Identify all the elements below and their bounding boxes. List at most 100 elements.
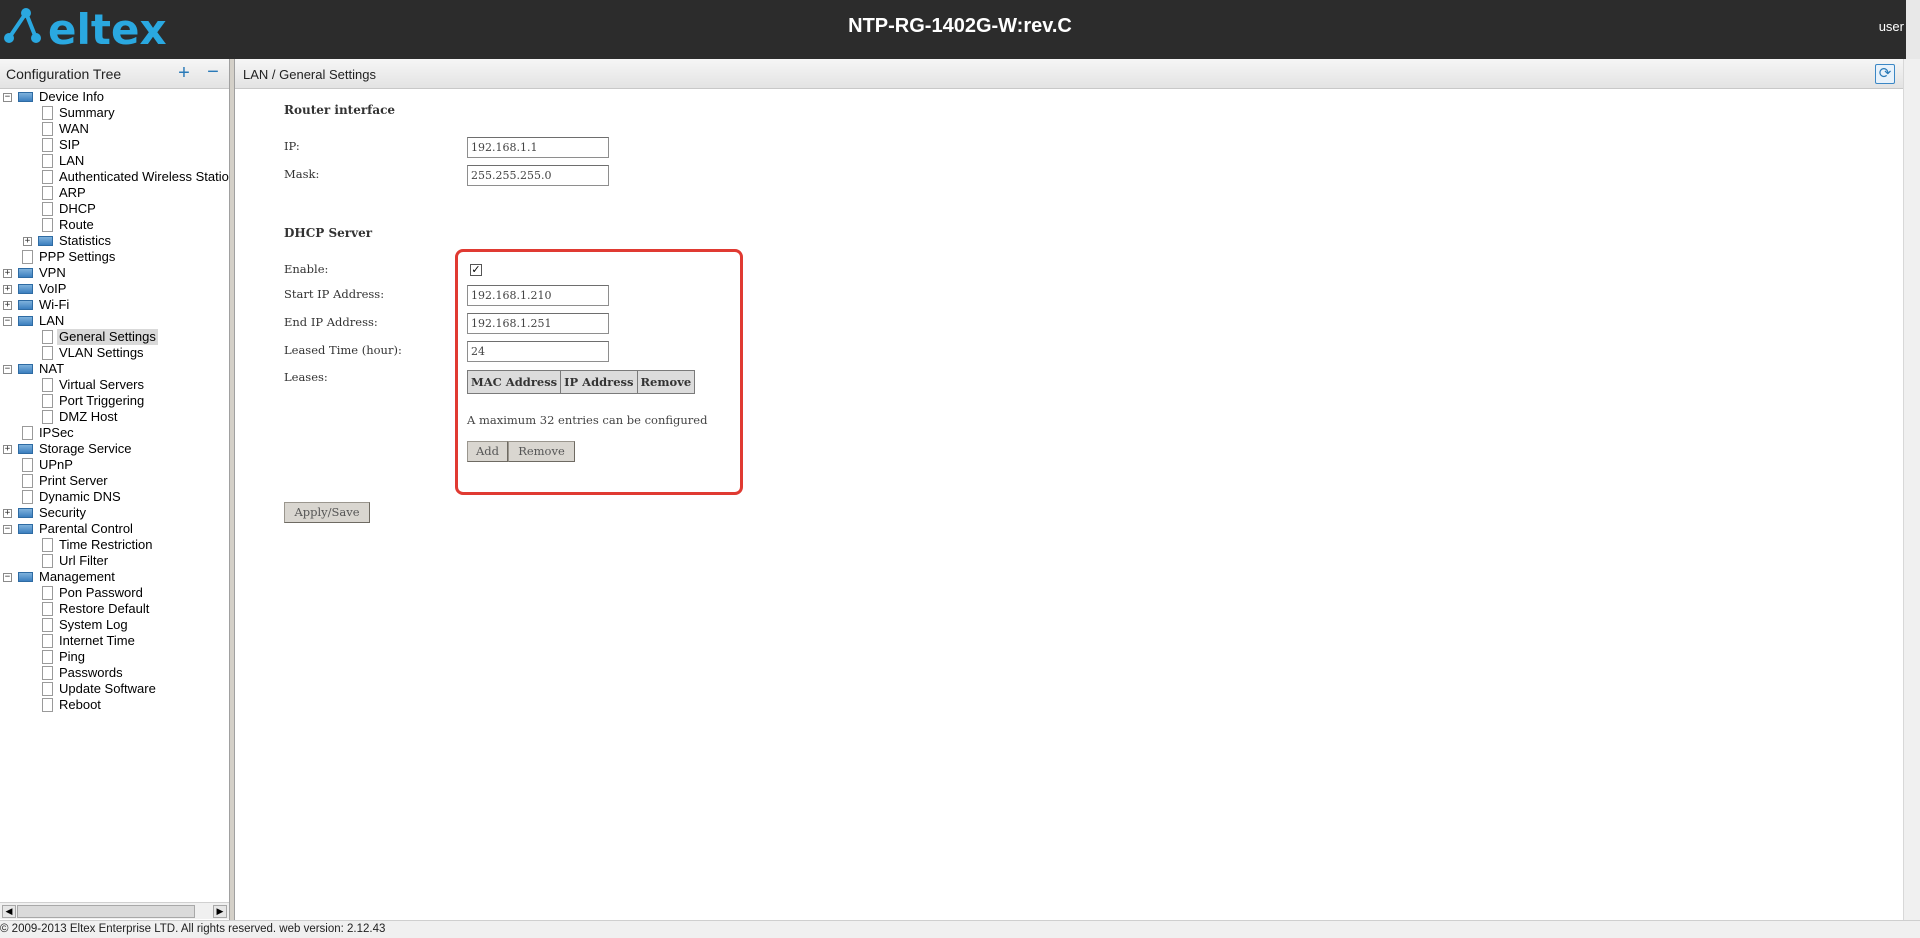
tree-item[interactable]: ARP (0, 185, 229, 201)
tree-item[interactable]: − Parental Control (0, 521, 229, 537)
ip-input[interactable] (467, 137, 609, 158)
tree-item[interactable]: Summary (0, 105, 229, 121)
page-icon (42, 330, 53, 344)
tree-item-label: SIP (59, 137, 80, 152)
tree-item[interactable]: − Management (0, 569, 229, 585)
expand-icon[interactable]: + (3, 445, 12, 454)
copyright-text: © 2009-2013 Eltex Enterprise LTD. All ri… (0, 923, 386, 935)
expand-icon[interactable]: + (23, 237, 32, 246)
scroll-right-icon[interactable]: ▶ (213, 905, 227, 918)
tree-horizontal-scrollbar[interactable]: ◀ ▶ (0, 902, 229, 919)
tree-item[interactable]: Url Filter (0, 553, 229, 569)
expand-icon[interactable]: + (3, 509, 12, 518)
main-header: LAN / General Settings ⟳ (235, 59, 1903, 89)
tree-item[interactable]: + Storage Service (0, 441, 229, 457)
refresh-icon[interactable]: ⟳ (1875, 64, 1895, 84)
tree-item-label: WAN (59, 121, 89, 136)
tree-item[interactable]: SIP (0, 137, 229, 153)
tree-item[interactable]: + Wi-Fi (0, 297, 229, 313)
page-icon (22, 250, 33, 264)
collapse-icon[interactable]: − (3, 93, 12, 102)
collapse-icon[interactable]: − (3, 573, 12, 582)
tree-item-label: Virtual Servers (59, 377, 145, 392)
header-scroll-strip (1906, 0, 1920, 59)
tree-item[interactable]: + VPN (0, 265, 229, 281)
tree-item[interactable]: Reboot (0, 697, 229, 713)
page-icon (42, 106, 53, 120)
user-label[interactable]: user (1879, 19, 1904, 34)
tree-item[interactable]: Pon Password (0, 585, 229, 601)
tree-item-label: Passwords (59, 665, 123, 680)
tree-item[interactable]: Dynamic DNS (0, 489, 229, 505)
tree-item[interactable]: + VoIP (0, 281, 229, 297)
tree-item[interactable]: + Statistics (0, 233, 229, 249)
start-ip-label: Start IP Address: (284, 287, 385, 301)
collapse-all-icon[interactable]: − (204, 62, 222, 82)
page-icon (42, 202, 53, 216)
page-icon (42, 666, 53, 680)
sidebar: Configuration Tree + − − Device Info Summa… (0, 59, 231, 920)
expand-icon[interactable]: + (3, 285, 12, 294)
tree-item[interactable]: DMZ Host (0, 409, 229, 425)
page-icon (42, 682, 53, 696)
page-icon (42, 346, 53, 360)
tree-item[interactable]: Restore Default (0, 601, 229, 617)
folder-icon (18, 444, 33, 454)
tree-item[interactable]: PPP Settings (0, 249, 229, 265)
page-vertical-scrollbar[interactable] (1903, 59, 1920, 920)
page-icon (42, 554, 53, 568)
tree-item-label: Print Server (39, 473, 108, 488)
tree-item-label: Security (39, 505, 86, 520)
tree-item[interactable]: Print Server (0, 473, 229, 489)
tree-item[interactable]: Port Triggering (0, 393, 229, 409)
tree-item-label: Url Filter (59, 553, 109, 568)
page-icon (42, 634, 53, 648)
mask-label: Mask: (284, 167, 320, 181)
enable-label: Enable: (284, 262, 329, 276)
folder-icon (18, 300, 33, 310)
tree-item[interactable]: − NAT (0, 361, 229, 377)
tree-item[interactable]: Authenticated Wireless Statio (0, 169, 229, 185)
tree-item-label: Update Software (59, 681, 156, 696)
tree-item[interactable]: LAN (0, 153, 229, 169)
expand-icon[interactable]: + (3, 269, 12, 278)
collapse-icon[interactable]: − (3, 365, 12, 374)
tree-item[interactable]: Time Restriction (0, 537, 229, 553)
page-icon (22, 426, 33, 440)
footer: © 2009-2013 Eltex Enterprise LTD. All ri… (0, 920, 1920, 938)
tree-item[interactable]: + Security (0, 505, 229, 521)
expand-icon[interactable]: + (3, 301, 12, 310)
tree-item[interactable]: Route (0, 217, 229, 233)
tree-item[interactable]: System Log (0, 617, 229, 633)
scroll-left-icon[interactable]: ◀ (2, 905, 16, 918)
tree-item[interactable]: Update Software (0, 681, 229, 697)
tree-item-label: Dynamic DNS (39, 489, 121, 504)
tree-item[interactable]: VLAN Settings (0, 345, 229, 361)
apply-save-button[interactable]: Apply/Save (284, 502, 370, 523)
tree-item[interactable]: DHCP (0, 201, 229, 217)
tree-item-label: Storage Service (39, 441, 132, 456)
tree-item[interactable]: UPnP (0, 457, 229, 473)
end-ip-label: End IP Address: (284, 315, 378, 329)
folder-icon (18, 268, 33, 278)
tree-item[interactable]: WAN (0, 121, 229, 137)
page-icon (42, 170, 53, 184)
tree-item[interactable]: − LAN (0, 313, 229, 329)
tree-item[interactable]: Virtual Servers (0, 377, 229, 393)
tree-item-label: Port Triggering (59, 393, 145, 408)
tree-item[interactable]: Internet Time (0, 633, 229, 649)
tree-item[interactable]: General Settings (0, 329, 229, 345)
expand-all-icon[interactable]: + (175, 63, 193, 83)
mask-input[interactable] (467, 165, 609, 186)
page-icon (42, 378, 53, 392)
collapse-icon[interactable]: − (3, 317, 12, 326)
folder-icon (18, 284, 33, 294)
tree-item[interactable]: Ping (0, 649, 229, 665)
tree-item[interactable]: − Device Info (0, 89, 229, 105)
scroll-thumb[interactable] (17, 905, 195, 918)
tree-item[interactable]: Passwords (0, 665, 229, 681)
tree-item[interactable]: IPSec (0, 425, 229, 441)
collapse-icon[interactable]: − (3, 525, 12, 534)
tree-item-label: PPP Settings (39, 249, 116, 264)
tree-item-label: Summary (59, 105, 115, 120)
